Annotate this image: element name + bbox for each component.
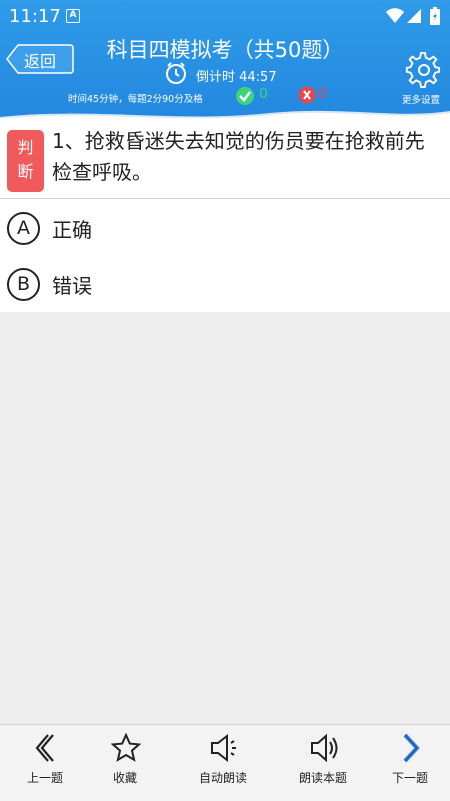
gear-icon[interactable] [405, 52, 443, 90]
question-type-line2: 断 [17, 162, 34, 181]
speaker-icon [211, 733, 236, 763]
favorite-label: 收藏 [112, 771, 137, 785]
question-text: 1、抢救昏迷失去知觉的伤员要在抢救前先检查呼吸。 [52, 129, 425, 184]
correct-count: 0 [259, 86, 268, 102]
favorite-button[interactable]: 收藏 [80, 725, 170, 801]
option-a-text: 正确 [52, 218, 92, 242]
countdown-text: 倒计时 44:57 [196, 70, 277, 85]
cross-icon [298, 86, 316, 104]
clock-icon [166, 62, 186, 84]
wrong-count: 0 [318, 86, 327, 102]
speaker-wave-icon [311, 733, 338, 763]
auto-read-button[interactable]: 自动朗读 [178, 725, 268, 801]
status-time: 11:17 [9, 6, 61, 27]
back-button[interactable]: 返回 [6, 44, 74, 74]
chevron-right-icon [403, 733, 420, 763]
option-a[interactable]: A 正确 [0, 200, 450, 256]
settings-label[interactable]: 更多设置 [402, 92, 440, 106]
check-icon [236, 87, 254, 105]
signal-icon [407, 9, 421, 23]
read-this-label: 朗读本题 [298, 771, 347, 785]
prev-question-button[interactable]: 上一题 [0, 725, 90, 801]
question-card: 判 断 1、抢救昏迷失去知觉的伤员要在抢救前先检查呼吸。 A 正确 B 错误 [0, 118, 450, 312]
next-question-label: 下一题 [391, 771, 428, 785]
option-b-letter: B [7, 268, 40, 301]
option-a-letter: A [7, 212, 40, 245]
option-b-text: 错误 [52, 274, 92, 298]
chevron-left-icon [35, 734, 54, 762]
divider [0, 198, 450, 199]
option-b[interactable]: B 错误 [0, 256, 450, 312]
read-this-button[interactable]: 朗读本题 [278, 725, 368, 801]
star-icon [111, 733, 141, 762]
prev-question-label: 上一题 [26, 771, 63, 785]
notification-icon: A [66, 9, 80, 23]
bottom-nav: 上一题 收藏 自动朗读 朗读本题 下一题 [0, 724, 450, 801]
back-label: 返回 [24, 52, 57, 71]
auto-read-label: 自动朗读 [198, 771, 247, 785]
status-bar: 11:17 A [0, 0, 450, 32]
exam-rules: 时间45分钟，每题2分90分及格 [68, 94, 203, 105]
battery-icon [430, 7, 440, 25]
question-type-badge: 判 断 [7, 130, 44, 192]
page-title: 科目四模拟考（共50题） [106, 38, 344, 62]
wifi-icon [386, 8, 404, 23]
next-question-button[interactable]: 下一题 [365, 725, 450, 801]
question-type-line1: 判 [17, 138, 34, 157]
